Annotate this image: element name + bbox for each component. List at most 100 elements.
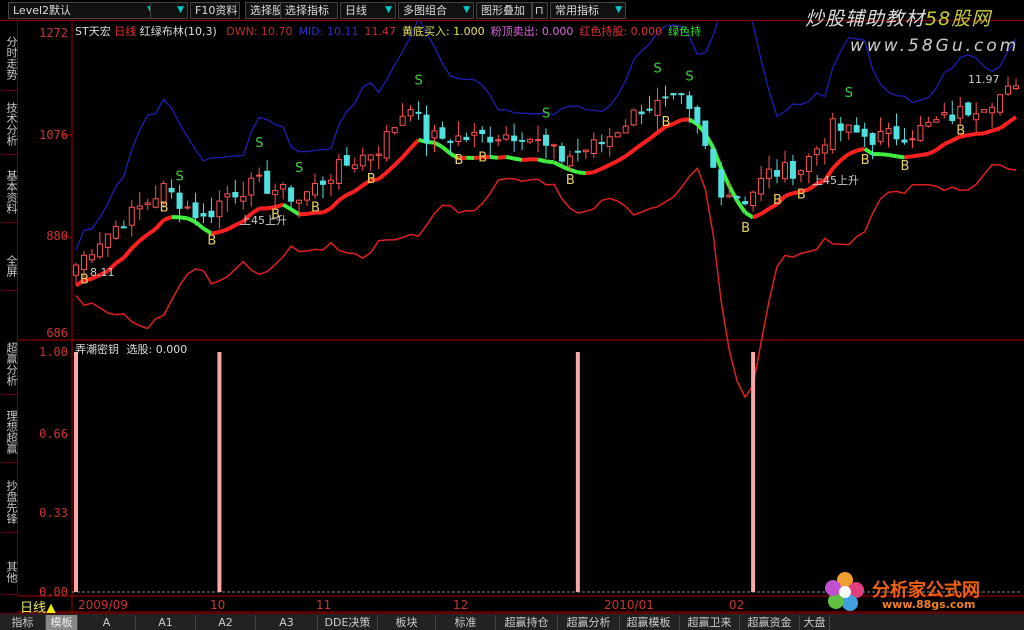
buy-signal: B [311, 200, 320, 215]
buy-signal: B [160, 201, 169, 216]
candle-body [670, 93, 677, 96]
bottom-tab[interactable]: 超赢模板 [618, 615, 680, 630]
candle-body [543, 134, 549, 146]
candle-body [224, 193, 231, 198]
candle-body [829, 118, 836, 150]
bottom-tab[interactable]: 指标 [0, 615, 46, 630]
toolbar-label: 日线 [345, 4, 367, 17]
left-tab[interactable]: 全屏 [1, 241, 18, 291]
candle-body [893, 126, 900, 140]
sell-signal: S [255, 136, 263, 151]
candle-body [535, 139, 542, 142]
indicator-param: 粉顶卖出: 0.000 [490, 25, 574, 38]
toolbar-button-1[interactable]: ▼ [150, 2, 188, 19]
left-tab[interactable]: 理想超赢 [1, 401, 18, 463]
candle-body [590, 139, 597, 154]
dropdown-arrow-icon[interactable]: ▼ [177, 3, 184, 18]
bottom-tab[interactable]: 超赢分析 [558, 615, 620, 630]
candle-body [495, 139, 502, 142]
candle-body [718, 169, 725, 198]
mid-band-segment [608, 159, 619, 167]
candle-body [622, 125, 629, 134]
date-label: 12 [453, 598, 469, 612]
bottom-tab[interactable]: A2 [196, 615, 256, 630]
mid-band-segment [624, 148, 635, 158]
indicator-param: MID: 10.11 [298, 25, 359, 38]
toolbar-button-0[interactable]: Level2默认▼ [8, 2, 158, 19]
dropdown-arrow-icon[interactable]: ▼ [385, 3, 392, 18]
candle-body [136, 205, 143, 210]
mid-band-segment [839, 152, 850, 162]
mid-band-segment [912, 153, 921, 159]
candle-body [877, 130, 884, 142]
bottom-tab[interactable]: 超赢持仓 [496, 615, 558, 630]
candle-body [957, 105, 964, 119]
mid-band-segment [377, 170, 388, 181]
mid-band-segment [337, 193, 348, 202]
toolbar-button-2[interactable]: F10资料 [190, 2, 240, 19]
dropdown-arrow-icon[interactable]: ▼ [615, 3, 622, 18]
bottom-tab[interactable]: 标准 [436, 615, 496, 630]
bottom-tab[interactable]: A1 [136, 615, 196, 630]
mid-band-segment [976, 131, 985, 136]
candle-body [423, 114, 430, 143]
candle-body [742, 200, 749, 205]
left-tab[interactable]: 超赢分析 [1, 333, 18, 395]
toolbar-button-5[interactable]: 日线 ▼ [340, 2, 396, 19]
mid-band-segment [561, 164, 571, 172]
mid-band-segment [537, 157, 547, 164]
candle-body [566, 155, 573, 167]
bottom-tab[interactable]: A3 [256, 615, 318, 630]
candle-body [80, 254, 87, 271]
mid-band-segment [672, 118, 683, 126]
chart-canvas[interactable]: BBBB BBB BBBBB BB BBSSSSSSSS [0, 0, 1024, 630]
mid-band-segment [998, 120, 1010, 130]
bottom-tab[interactable]: A [78, 615, 136, 630]
bottom-tab[interactable]: 板块 [378, 615, 436, 630]
mid-band-segment [114, 256, 125, 265]
bottom-tab[interactable]: 大盘 [800, 615, 830, 630]
mid-band-segment [880, 152, 889, 157]
buy-signal: B [566, 173, 575, 188]
candle-body [200, 213, 207, 217]
left-tab[interactable]: 技术分析 [1, 93, 18, 155]
price-tick: 1076 [39, 128, 68, 142]
candle-body [232, 192, 239, 198]
lock-icon[interactable]: ⊓ [532, 2, 548, 19]
mid-band-segment [935, 142, 946, 152]
candle-body [885, 128, 892, 135]
candle-body [558, 145, 565, 162]
mid-band-segment [727, 184, 739, 202]
buy-signal: B [367, 172, 376, 187]
candle-body [646, 108, 653, 111]
toolbar-button-7[interactable]: 图形叠加 [476, 2, 532, 19]
candle-body [909, 138, 916, 141]
mid-band-segment [553, 160, 563, 169]
bottom-tab[interactable]: 超赢卫来 [680, 615, 740, 630]
left-tab[interactable]: 抄盘先锋 [1, 471, 18, 533]
left-tab[interactable]: 其他 [1, 549, 18, 595]
bottom-tab-bar: 指标 模板 A A1 A2 A3 DDE决策 板块 标准 超赢持仓 超赢分析 超赢模板 超赢卫来 超赢资金… [0, 613, 1024, 630]
candle-body [662, 96, 669, 99]
dropdown-arrow-icon[interactable]: ▼ [463, 3, 470, 18]
sub-tick: 0.66 [39, 427, 68, 441]
buy-signal: B [454, 153, 463, 168]
bottom-tab[interactable]: 超赢资金 [740, 615, 800, 630]
candle-body [550, 144, 557, 147]
bottom-tab[interactable]: DDE决策 [318, 615, 378, 630]
mid-band-segment [752, 212, 762, 220]
left-tab[interactable]: 基本资料 [1, 161, 18, 223]
buy-signal: B [773, 193, 782, 208]
candle-body [941, 111, 948, 116]
watermark-url: www.58Gu.com [850, 36, 1020, 56]
candle-body [439, 127, 446, 139]
mid-band-segment [640, 137, 651, 146]
toolbar-button-6[interactable]: 多图组合 ▼ [398, 2, 474, 19]
toolbar-button-8[interactable]: 常用指标 ▼ [550, 2, 626, 19]
left-tab[interactable]: 分时走势 [1, 25, 18, 91]
bottom-tab[interactable]: 模板 [46, 615, 78, 630]
candle-body [168, 187, 175, 193]
candle-body [797, 170, 804, 176]
candle-body [375, 153, 382, 156]
toolbar-button-4[interactable]: 选择指标 [280, 2, 338, 19]
